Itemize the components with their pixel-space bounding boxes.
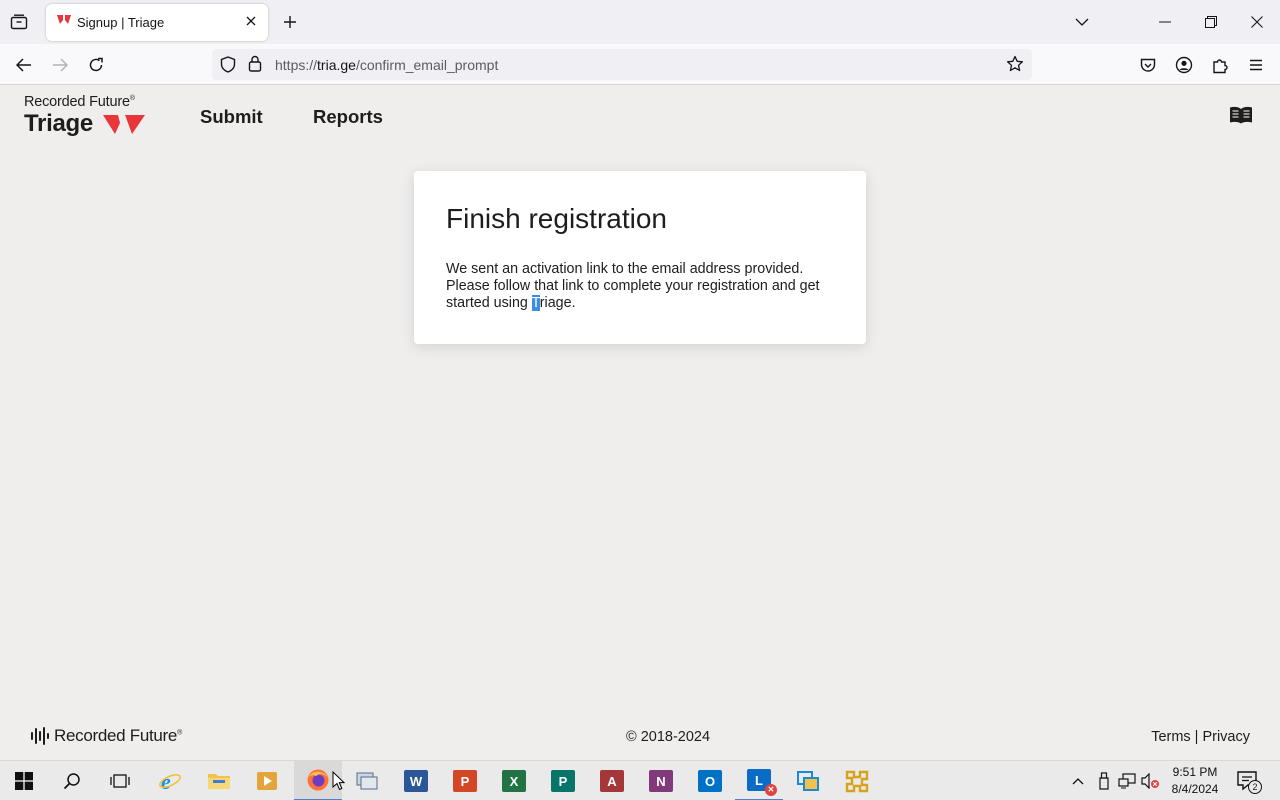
footer-brand-text: Recorded Future® — [54, 726, 182, 745]
bookmark-star-icon[interactable] — [1006, 55, 1024, 78]
list-all-tabs-icon[interactable] — [1072, 12, 1092, 32]
restore-icon[interactable] — [1201, 12, 1221, 32]
notification-count-badge: 2 — [1248, 780, 1262, 794]
legal-links: Terms | Privacy — [1151, 729, 1250, 745]
triage-chevron-logo-icon — [103, 115, 145, 134]
privacy-link[interactable]: Privacy — [1202, 729, 1250, 745]
reload-icon[interactable] — [84, 53, 108, 77]
lock-icon[interactable] — [248, 55, 262, 77]
clock-time: 9:51 PM — [1172, 765, 1218, 779]
logo-brand-text: Recorded Future® — [24, 94, 135, 110]
pocket-icon[interactable] — [1136, 53, 1160, 77]
publisher-icon[interactable]: P — [539, 761, 587, 800]
finish-registration-card: Finish registration We sent an activatio… — [414, 171, 866, 344]
browser-tab-active[interactable]: Signup | Triage — [46, 4, 268, 41]
task-view-icon[interactable] — [96, 761, 144, 800]
close-tab-icon[interactable] — [243, 13, 259, 29]
tracking-protection-shield-icon[interactable] — [220, 56, 236, 78]
tab-title: Signup | Triage — [77, 15, 165, 30]
excel-icon[interactable]: X — [490, 761, 538, 800]
new-tab-icon[interactable] — [280, 12, 300, 32]
usb-device-icon[interactable] — [1094, 761, 1114, 800]
network-icon[interactable] — [1116, 761, 1138, 800]
file-explorer-icon[interactable] — [195, 761, 243, 800]
search-icon[interactable] — [48, 761, 96, 800]
app-menu-icon[interactable] — [1244, 53, 1268, 77]
browser-tab-bar: Signup | Triage — [0, 0, 1280, 44]
media-player-icon[interactable] — [243, 761, 291, 800]
nav-reports-link[interactable]: Reports — [313, 106, 383, 128]
account-icon[interactable] — [1172, 53, 1196, 77]
nav-submit-link[interactable]: Submit — [200, 106, 263, 128]
extensions-icon[interactable] — [1208, 53, 1232, 77]
network-drive-icon[interactable] — [343, 761, 391, 800]
minimize-icon[interactable] — [1155, 12, 1175, 32]
selected-text: T — [531, 295, 540, 311]
site-footer: Recorded Future® © 2018-2024 Terms | Priva… — [0, 720, 1280, 756]
terms-link[interactable]: Terms — [1151, 729, 1190, 745]
powerpoint-icon[interactable]: P — [441, 761, 489, 800]
copyright-text: © 2018-2024 — [626, 729, 711, 745]
clock-date: 8/4/2024 — [1171, 782, 1219, 796]
triage-logo[interactable]: Recorded Future® Triage — [24, 94, 154, 138]
start-button[interactable] — [0, 761, 48, 800]
access-icon[interactable]: A — [588, 761, 636, 800]
logo-product-name: Triage — [24, 110, 93, 137]
outlook-icon[interactable]: O — [686, 761, 734, 800]
site-header: Recorded Future® Triage Submit Reports — [0, 85, 1280, 149]
triage-favicon-icon — [57, 15, 71, 24]
windows-logo-icon — [15, 772, 33, 790]
word-icon[interactable]: W — [392, 761, 440, 800]
network-tool-icon[interactable] — [833, 761, 881, 800]
documentation-book-icon[interactable] — [1229, 105, 1253, 125]
remote-desktop-icon[interactable] — [784, 761, 832, 800]
url-text[interactable]: https://tria.ge/confirm_email_prompt — [275, 57, 498, 73]
recorded-future-waveform-icon — [31, 727, 49, 745]
url-path: /confirm_email_prompt — [355, 57, 499, 73]
onenote-icon[interactable]: N — [637, 761, 685, 800]
forward-icon[interactable] — [48, 53, 72, 77]
windows-taskbar: e W P X P A N O L ✕ 9:51 PM 8/4/2024 2 — [0, 760, 1280, 800]
activation-message: We sent an activation link to the email … — [446, 261, 820, 311]
mouse-cursor-icon — [332, 771, 345, 791]
volume-muted-icon[interactable] — [1140, 761, 1162, 800]
browser-navigation-bar: https://tria.ge/confirm_email_prompt — [0, 44, 1280, 85]
system-clock[interactable]: 9:51 PM 8/4/2024 — [1160, 764, 1230, 798]
url-prefix: https:// — [275, 57, 318, 73]
tab-list-icon[interactable] — [8, 11, 30, 33]
card-title: Finish registration — [446, 203, 667, 234]
lync-icon[interactable]: L ✕ — [735, 761, 783, 800]
close-window-icon[interactable] — [1247, 12, 1267, 32]
back-icon[interactable] — [12, 53, 36, 77]
legal-separator: | — [1194, 729, 1199, 745]
internet-explorer-icon[interactable]: e — [146, 761, 194, 800]
footer-recorded-future-logo[interactable]: Recorded Future® — [30, 725, 182, 747]
address-bar[interactable]: https://tria.ge/confirm_email_prompt — [212, 49, 1032, 80]
url-host: tria.ge — [317, 57, 356, 73]
show-hidden-icons-chevron-icon[interactable] — [1068, 761, 1088, 800]
